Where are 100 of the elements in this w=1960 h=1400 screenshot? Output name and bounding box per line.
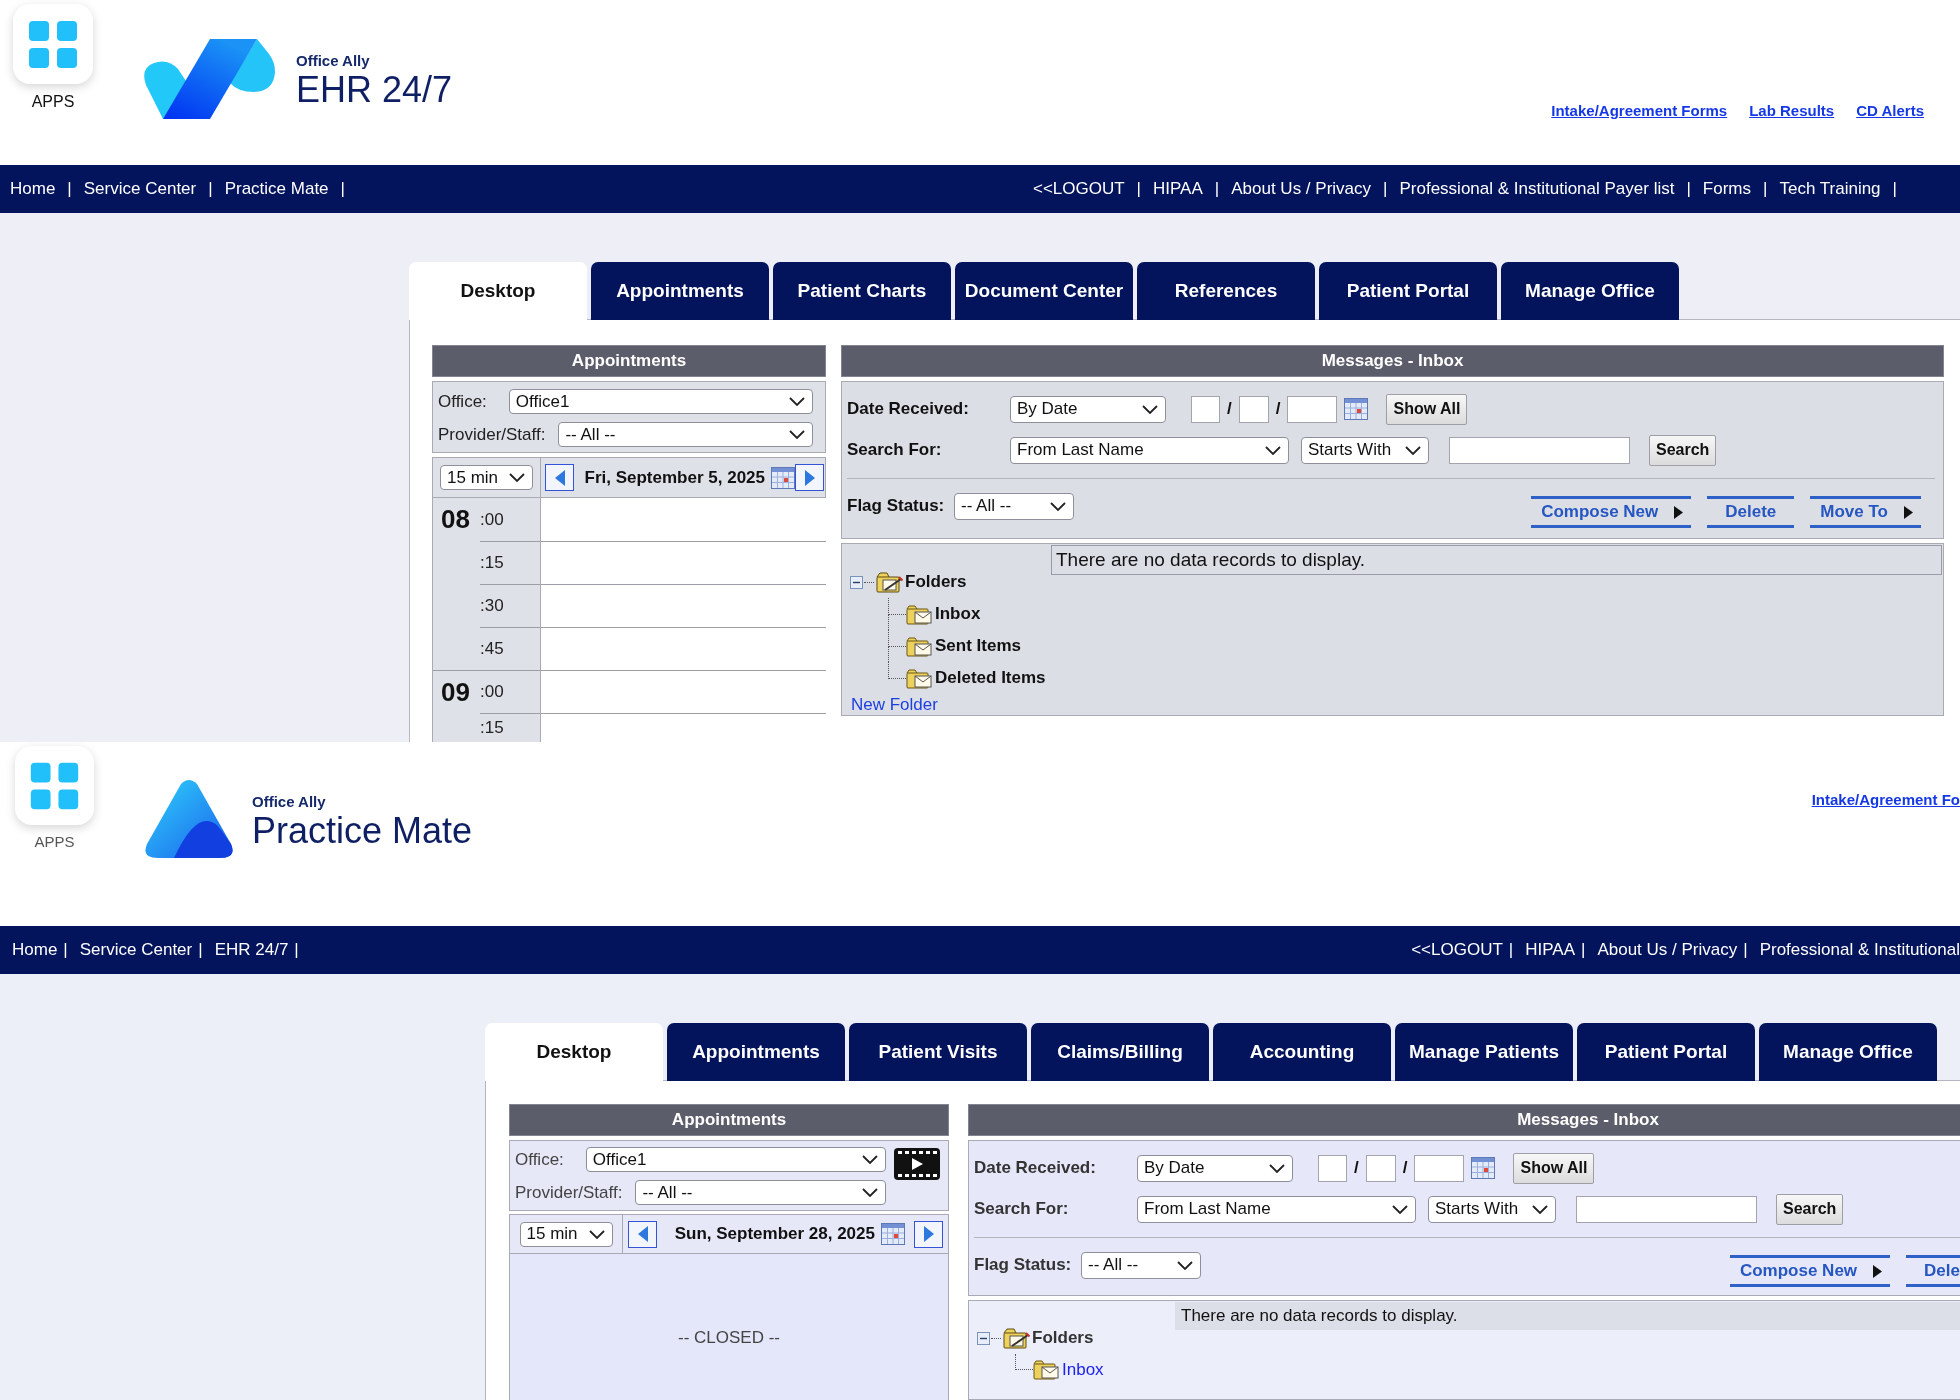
search-input[interactable] <box>1576 1195 1757 1223</box>
date-field[interactable] <box>1365 1154 1396 1182</box>
panel-title: Appointments <box>432 345 826 377</box>
date-separator: / <box>1227 399 1232 419</box>
nav-link[interactable]: Forms <box>1702 179 1752 199</box>
nav-link[interactable]: Practice Mate <box>224 179 329 199</box>
search-input[interactable] <box>1449 436 1630 464</box>
show-all-button[interactable]: Show All <box>1513 1152 1595 1184</box>
tab[interactable]: Appointments <box>591 262 769 320</box>
chevron-down-icon <box>789 397 805 406</box>
date-field[interactable] <box>1414 1154 1465 1182</box>
nav-link[interactable]: About Us / Privacy <box>1231 179 1372 199</box>
tab[interactable]: Manage Office <box>1759 1023 1937 1081</box>
date-label: Fri, September 5, 2025 <box>584 467 765 488</box>
nav-link[interactable]: About Us / Privacy <box>1597 940 1738 960</box>
date-mode-select[interactable]: By Date <box>1137 1154 1293 1182</box>
action-button[interactable]: Compose New <box>1729 1255 1891 1287</box>
folder-item[interactable]: Deleted Items <box>935 668 1046 688</box>
new-folder-link[interactable]: New Folder <box>851 694 938 716</box>
tab[interactable]: Desktop <box>485 1023 663 1081</box>
date-mode-select[interactable]: By Date <box>1010 395 1166 423</box>
calendar-icon[interactable] <box>1344 398 1369 420</box>
tab[interactable]: Patient Charts <box>773 262 951 320</box>
product-name: Practice Mate <box>252 811 473 851</box>
action-button[interactable]: Move To <box>1810 496 1921 528</box>
video-icon[interactable] <box>894 1148 940 1180</box>
action-button[interactable]: Dele <box>1906 1255 1960 1287</box>
interval-select[interactable]: 15 min <box>519 1221 613 1247</box>
tab[interactable]: Claims/Billing <box>1031 1023 1209 1081</box>
next-day-button[interactable] <box>914 1220 943 1248</box>
previous-day-button[interactable] <box>628 1220 657 1248</box>
nav-link[interactable]: Service Center <box>83 179 197 199</box>
nav-link[interactable]: HIPAA <box>1525 940 1575 960</box>
nav-separator: | <box>1581 940 1586 960</box>
match-select[interactable]: Starts With <box>1428 1195 1556 1223</box>
tab[interactable]: Appointments <box>667 1023 845 1081</box>
collapse-icon[interactable] <box>850 575 863 589</box>
folder-label[interactable]: Folders <box>905 572 967 592</box>
search-button[interactable]: Search <box>1776 1193 1844 1225</box>
date-field[interactable] <box>1287 395 1338 423</box>
date-field[interactable] <box>1191 395 1220 423</box>
office-select[interactable]: Office1 <box>508 389 813 414</box>
provider-select[interactable]: -- All -- <box>558 422 813 447</box>
chevron-down-icon <box>509 473 525 482</box>
folder-label[interactable]: Folders <box>1032 1328 1094 1348</box>
nav-link[interactable]: <<LOGOUT <box>1411 940 1503 960</box>
chevron-down-icon <box>862 1188 878 1197</box>
tab[interactable]: Patient Visits <box>849 1023 1027 1081</box>
chevron-down-icon <box>1265 445 1281 455</box>
folder-item[interactable]: Inbox <box>935 604 981 624</box>
action-button[interactable]: Delete <box>1707 496 1795 528</box>
header-link[interactable]: Intake/Agreement Forms <box>1551 102 1728 120</box>
nav-link[interactable]: Professional & Institutional Payer list <box>1399 179 1675 199</box>
nav-link[interactable]: HIPAA <box>1153 179 1203 199</box>
show-all-button[interactable]: Show All <box>1386 393 1468 425</box>
match-select[interactable]: Starts With <box>1301 436 1429 464</box>
search-by-select[interactable]: From Last Name <box>1137 1195 1416 1223</box>
flag-select[interactable]: -- All -- <box>954 492 1074 520</box>
chevron-down-icon <box>1532 1204 1548 1214</box>
provider-select[interactable]: -- All -- <box>635 1180 886 1205</box>
tab[interactable]: References <box>1137 262 1315 320</box>
nav-link[interactable]: Home <box>12 940 58 960</box>
chevron-down-icon <box>588 1229 605 1239</box>
search-by-select[interactable]: From Last Name <box>1010 436 1289 464</box>
header-link[interactable]: CD Alerts <box>1856 102 1924 120</box>
next-day-button[interactable] <box>795 464 824 491</box>
collapse-icon[interactable] <box>977 1331 990 1345</box>
calendar-icon[interactable] <box>881 1223 905 1245</box>
nav-link[interactable]: Professional & Institutional <box>1759 940 1960 960</box>
nav-link[interactable]: <<LOGOUT <box>1032 179 1125 199</box>
calendar-icon[interactable] <box>1471 1157 1496 1179</box>
nav-link[interactable]: Tech Training <box>1779 179 1881 199</box>
tab[interactable]: Manage Office <box>1501 262 1679 320</box>
date-field[interactable] <box>1238 395 1269 423</box>
tab[interactable]: Patient Portal <box>1577 1023 1755 1081</box>
flag-select[interactable]: -- All -- <box>1081 1251 1201 1279</box>
calendar-icon[interactable] <box>771 466 795 489</box>
office-select[interactable]: Office1 <box>585 1147 886 1172</box>
folder-item[interactable]: Inbox <box>1062 1359 1104 1380</box>
previous-day-button[interactable] <box>545 464 574 491</box>
tab[interactable]: Document Center <box>955 262 1133 320</box>
interval-select[interactable]: 15 min <box>440 465 533 490</box>
folder-item[interactable]: Sent Items <box>935 636 1021 656</box>
header-link[interactable]: Intake/Agreement Fo <box>1811 791 1960 809</box>
chevron-down-icon <box>1405 445 1421 455</box>
nav-link[interactable]: Service Center <box>79 940 193 960</box>
nav-link[interactable]: EHR 24/7 <box>214 940 289 960</box>
search-button[interactable]: Search <box>1649 434 1717 466</box>
apps-button[interactable]: APPS <box>13 4 93 111</box>
tab[interactable]: Desktop <box>409 262 587 320</box>
apps-button[interactable]: APPS <box>15 746 94 851</box>
header-link[interactable]: Lab Results <box>1749 102 1835 120</box>
action-button[interactable]: Compose New <box>1531 496 1692 528</box>
nav-link[interactable]: Home <box>10 179 56 199</box>
tab[interactable]: Accounting <box>1213 1023 1391 1081</box>
tab[interactable]: Patient Portal <box>1319 262 1497 320</box>
nav-separator: | <box>1686 179 1691 199</box>
nav-separator: | <box>1892 179 1897 199</box>
tab[interactable]: Manage Patients <box>1395 1023 1573 1081</box>
date-field[interactable] <box>1318 1154 1347 1182</box>
